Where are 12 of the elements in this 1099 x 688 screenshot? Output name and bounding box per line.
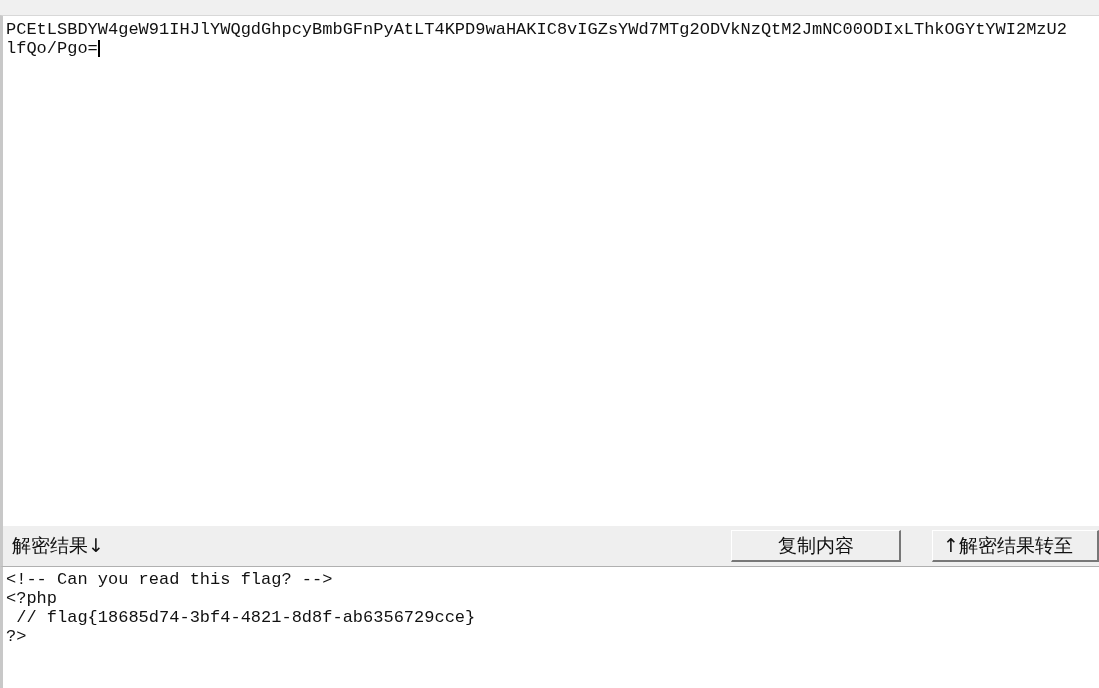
copy-button[interactable]: 复制内容	[731, 530, 901, 562]
text-cursor	[97, 40, 100, 57]
transfer-button[interactable]: ↑解密结果转至	[932, 530, 1099, 562]
input-text-area[interactable]: PCEtLSBDYW4geW91IHJlYWQgdGhpcyBmbGFnPyAtLT4KPD9waHAKIC8vIGZsYWd7MTg2ODVkNzQtM2JmNC00ODIxLThkOGYtYWI2MzU2 lfQo/Pgo=	[0, 15, 1099, 526]
output-text-line: <!-- Can you read this flag? -->	[6, 570, 333, 589]
output-text-line: // flag{18685d74-3bf4-4821-8d8f-ab6356729cce}	[15, 608, 476, 627]
output-text-area[interactable]: <!-- Can you read this flag? --> <?php // flag{18685d74-3bf4-4821-8d8f-ab6356729cce} ?>	[0, 567, 1099, 688]
input-text-line: lfQo/Pgo=	[6, 39, 98, 58]
input-text-line: PCEtLSBDYW4geW91IHJlYWQgdGhpcyBmbGFnPyAtLT4KPD9waHAKIC8vIGZsYWd7MTg2ODVkNzQtM2JmNC00ODIxLThkOGYtYWI2MzU2	[6, 20, 1067, 39]
result-label: 解密结果↓	[12, 533, 104, 558]
output-text-line: ?>	[6, 627, 27, 646]
output-text-line: <?php	[6, 589, 57, 608]
